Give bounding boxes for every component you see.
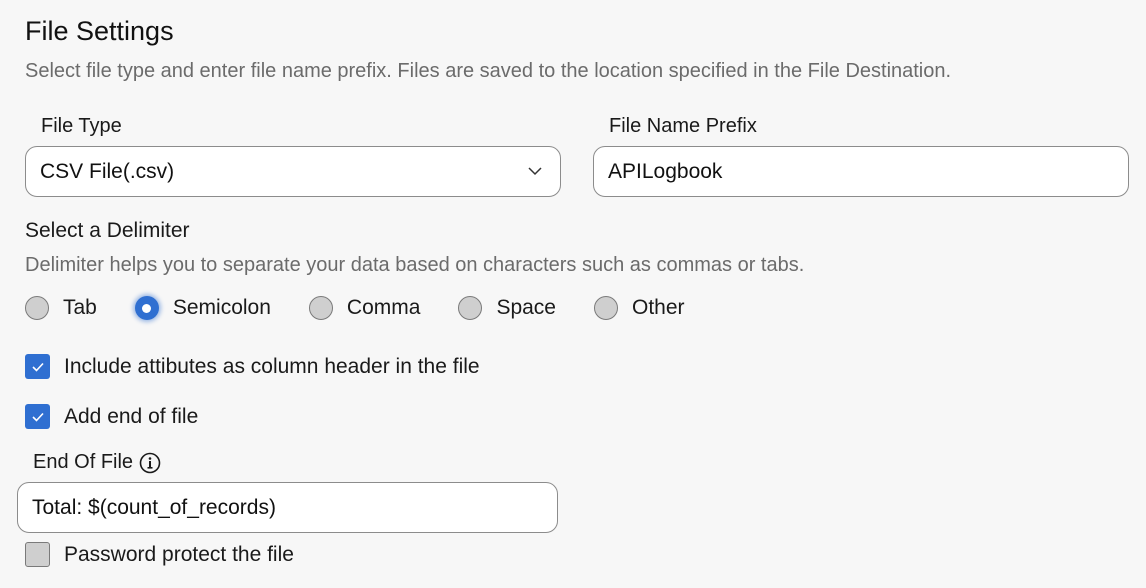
end-of-file-value: Total: $(count_of_records) — [32, 495, 276, 519]
password-protect-label: Password protect the file — [64, 542, 294, 566]
password-protect-checkbox[interactable] — [25, 542, 50, 567]
add-end-of-file-checkbox[interactable] — [25, 404, 50, 429]
include-header-checkbox-row[interactable]: Include attibutes as column header in th… — [25, 354, 480, 379]
radio-button[interactable] — [458, 296, 483, 320]
page-subtitle: Select file type and enter file name pre… — [25, 60, 952, 82]
radio-comma[interactable]: Comma — [308, 296, 421, 320]
radio-label: Comma — [346, 296, 421, 319]
checkmark-icon — [31, 362, 44, 372]
radio-space[interactable]: Space — [458, 296, 556, 320]
include-header-label: Include attibutes as column header in th… — [64, 354, 480, 378]
file-name-prefix-value: APILogbook — [608, 159, 723, 183]
file-settings-panel: File Settings Select file type and enter… — [0, 0, 1146, 588]
radio-button[interactable] — [308, 296, 333, 320]
delimiter-radio-group: Tab Semicolon Comma Space Other — [25, 296, 723, 320]
page-title: File Settings — [25, 16, 174, 46]
radio-other[interactable]: Other — [593, 296, 685, 320]
add-end-of-file-label: Add end of file — [64, 404, 199, 428]
include-header-checkbox[interactable] — [25, 354, 50, 379]
file-type-label: File Type — [41, 115, 122, 137]
delimiter-description: Delimiter helps you to separate your dat… — [25, 254, 805, 276]
delimiter-title: Select a Delimiter — [25, 219, 190, 242]
radio-label: Other — [631, 296, 685, 319]
radio-tab[interactable]: Tab — [25, 296, 97, 320]
password-protect-checkbox-row[interactable]: Password protect the file — [25, 542, 294, 567]
chevron-down-icon — [528, 167, 542, 176]
radio-button[interactable] — [25, 296, 49, 320]
radio-button-selected[interactable] — [134, 296, 159, 320]
file-type-select[interactable]: CSV File(.csv) — [25, 146, 561, 197]
end-of-file-input[interactable]: Total: $(count_of_records) — [17, 482, 558, 533]
checkmark-icon — [31, 412, 44, 422]
file-name-prefix-label: File Name Prefix — [609, 115, 757, 137]
radio-button[interactable] — [593, 296, 618, 320]
add-end-of-file-checkbox-row[interactable]: Add end of file — [25, 404, 198, 429]
radio-semicolon[interactable]: Semicolon — [134, 296, 271, 320]
end-of-file-label-row: End Of File — [33, 451, 161, 474]
end-of-file-label: End Of File — [33, 451, 134, 473]
file-name-prefix-input[interactable]: APILogbook — [593, 146, 1129, 197]
file-type-value: CSV File(.csv) — [40, 159, 175, 183]
radio-label: Semicolon — [172, 296, 271, 319]
info-icon[interactable] — [139, 452, 161, 474]
radio-label: Tab — [63, 296, 97, 319]
radio-label: Space — [496, 296, 556, 319]
